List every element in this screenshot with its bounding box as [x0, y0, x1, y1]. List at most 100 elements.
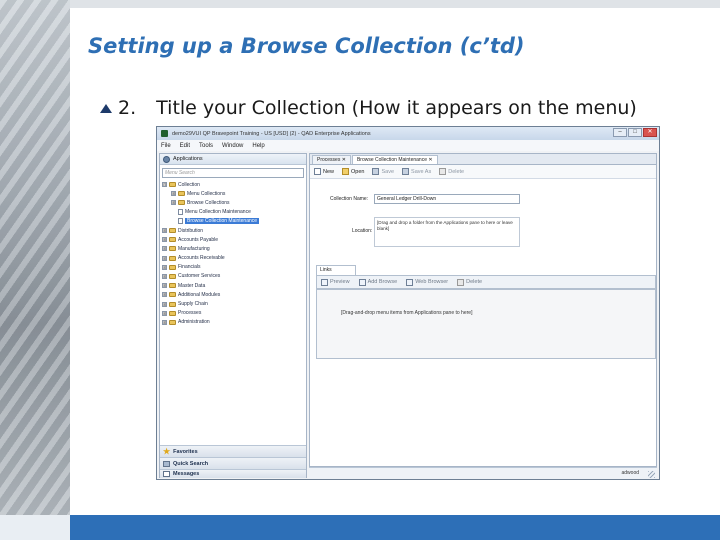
- open-folder-icon: [342, 168, 350, 175]
- tree-item[interactable]: ⊞ Browse Collections: [162, 198, 306, 207]
- tree-item[interactable]: ⊞ Administration: [162, 318, 306, 327]
- maximize-button[interactable]: □: [628, 128, 642, 137]
- messages-icon: [163, 471, 170, 477]
- tab-bar: Processes ✕ Browse Collection Maintenanc…: [310, 154, 656, 165]
- expand-toggle-icon[interactable]: ⊞: [162, 301, 167, 307]
- tree-item[interactable]: ⊞ Menu Collections: [162, 189, 306, 198]
- menu-search-input[interactable]: Menu Search: [162, 168, 304, 178]
- slide-bottom-band: [0, 515, 720, 540]
- open-button[interactable]: Open: [342, 168, 364, 175]
- resize-grip-icon[interactable]: [648, 471, 655, 478]
- menu-window[interactable]: Window: [222, 143, 243, 149]
- preview-button[interactable]: Preview: [321, 278, 350, 286]
- menu-tools[interactable]: Tools: [199, 143, 213, 149]
- new-button-label: New: [323, 168, 335, 175]
- tree-item-label: Customer Services: [178, 273, 221, 280]
- document-icon: [178, 218, 183, 225]
- expand-toggle-icon[interactable]: ⊞: [162, 310, 167, 316]
- add-browse-button[interactable]: Add Browse: [358, 278, 397, 286]
- tree-item[interactable]: Browse Collection Maintenance: [162, 217, 306, 226]
- messages-section[interactable]: Messages: [160, 469, 306, 478]
- new-button[interactable]: New: [314, 168, 334, 175]
- bullet-number: 2.: [118, 97, 137, 119]
- tree-item[interactable]: ⊞ Accounts Payable: [162, 235, 306, 244]
- delete-button[interactable]: Delete: [439, 168, 464, 175]
- menu-edit[interactable]: Edit: [180, 143, 190, 149]
- menu-help[interactable]: Help: [252, 143, 264, 149]
- tree-item[interactable]: ⊞ Accounts Receivable: [162, 254, 306, 263]
- favorites-section[interactable]: ★ Favorites: [160, 445, 306, 457]
- web-browser-icon: [406, 278, 414, 286]
- applications-panel: Applications Menu Search ⊟ Collection ⊞ Men…: [159, 153, 307, 478]
- preview-icon: [321, 278, 328, 286]
- expand-toggle-icon[interactable]: ⊞: [171, 200, 176, 206]
- applications-header-label: Applications: [173, 156, 203, 162]
- close-button[interactable]: ✕: [643, 128, 657, 137]
- tree-item[interactable]: ⊞ Manufacturing: [162, 244, 306, 253]
- tree-item-label: Supply Chain: [178, 301, 208, 308]
- location-label: Location:: [352, 228, 373, 234]
- tab-close-icon[interactable]: ✕: [342, 157, 346, 163]
- save-as-button[interactable]: Save As: [402, 168, 431, 175]
- folder-icon: [169, 182, 176, 188]
- tree-item[interactable]: ⊟ Collection: [162, 180, 306, 189]
- expand-toggle-icon[interactable]: ⊞: [162, 319, 167, 325]
- tab-processes[interactable]: Processes ✕: [312, 155, 351, 164]
- collection-name-label: Collection Name:: [330, 196, 369, 202]
- tree-item[interactable]: ⊞ Processes: [162, 309, 306, 318]
- save-as-icon: [402, 168, 410, 175]
- tree-item[interactable]: ⊞ Customer Services: [162, 272, 306, 281]
- save-button[interactable]: Save: [372, 168, 394, 175]
- folder-icon: [169, 255, 176, 261]
- quick-search-label: Quick Search: [173, 460, 209, 467]
- expand-toggle-icon[interactable]: ⊞: [162, 228, 167, 234]
- tab-close-icon[interactable]: ✕: [428, 157, 432, 163]
- folder-icon: [169, 319, 176, 325]
- tree-item-label: Accounts Payable: [178, 236, 219, 243]
- window-titlebar[interactable]: demo29VUI QP Bravepoint Training - US [U…: [157, 127, 659, 140]
- expand-toggle-icon[interactable]: ⊞: [162, 264, 167, 270]
- tree-item-label: Browse Collection Maintenance: [185, 218, 260, 225]
- slide-top-band: [0, 0, 720, 8]
- toolbar: New Open Save Save As Delete: [310, 165, 656, 179]
- applications-header[interactable]: Applications: [160, 154, 306, 165]
- document-icon: [178, 209, 183, 216]
- expand-toggle-icon[interactable]: ⊞: [162, 292, 167, 298]
- status-user: adwood: [621, 470, 639, 476]
- tree-item[interactable]: Menu Collection Maintenance: [162, 208, 306, 217]
- links-toolbar: Preview Add Browse Web Browser Delete: [316, 275, 656, 289]
- expand-toggle-icon[interactable]: ⊞: [162, 246, 167, 252]
- tree-item-label: Collection: [178, 181, 200, 188]
- tree-item[interactable]: ⊞ Distribution: [162, 226, 306, 235]
- expand-toggle-icon[interactable]: ⊟: [162, 182, 167, 188]
- folder-icon: [169, 237, 176, 243]
- web-browser-button[interactable]: Web Browser: [406, 278, 449, 286]
- tree-item[interactable]: ⊞ Master Data: [162, 281, 306, 290]
- expand-toggle-icon[interactable]: ⊞: [162, 255, 167, 261]
- quick-search-section[interactable]: Quick Search: [160, 457, 306, 469]
- expand-toggle-icon[interactable]: ⊞: [162, 237, 167, 243]
- tab-links[interactable]: Links: [316, 265, 356, 275]
- tree-item[interactable]: ⊞ Supply Chain: [162, 299, 306, 308]
- menu-file[interactable]: File: [161, 143, 171, 149]
- tree-item[interactable]: ⊞ Financials: [162, 263, 306, 272]
- expand-toggle-icon[interactable]: ⊞: [162, 273, 167, 279]
- web-browser-button-label: Web Browser: [415, 279, 449, 285]
- tree-item-label: Additional Modules: [178, 291, 221, 298]
- add-browse-icon: [358, 278, 366, 286]
- delete-icon: [457, 278, 465, 286]
- collection-name-input[interactable]: General Ledger Drill-Down: [374, 194, 520, 204]
- tab-browse-collection-maintenance[interactable]: Browse Collection Maintenance ✕: [351, 155, 438, 164]
- tree-item[interactable]: ⊞ Additional Modules: [162, 290, 306, 299]
- links-drop-area[interactable]: [Drag-and-drop menu items from Applicati…: [316, 289, 656, 359]
- tree-item-label: Accounts Receivable: [178, 255, 225, 262]
- workspace-panel: Processes ✕ Browse Collection Maintenanc…: [309, 153, 657, 467]
- expand-toggle-icon[interactable]: ⊞: [171, 191, 176, 197]
- location-drop-target[interactable]: [Drag and drop a folder from the Applica…: [374, 217, 520, 247]
- links-delete-button[interactable]: Delete: [457, 278, 482, 286]
- tree-item-label: Browse Collections: [187, 199, 230, 206]
- expand-toggle-icon[interactable]: ⊞: [162, 283, 167, 289]
- minimize-button[interactable]: –: [613, 128, 627, 137]
- save-icon: [372, 168, 380, 175]
- slide-left-decoration: [0, 0, 70, 540]
